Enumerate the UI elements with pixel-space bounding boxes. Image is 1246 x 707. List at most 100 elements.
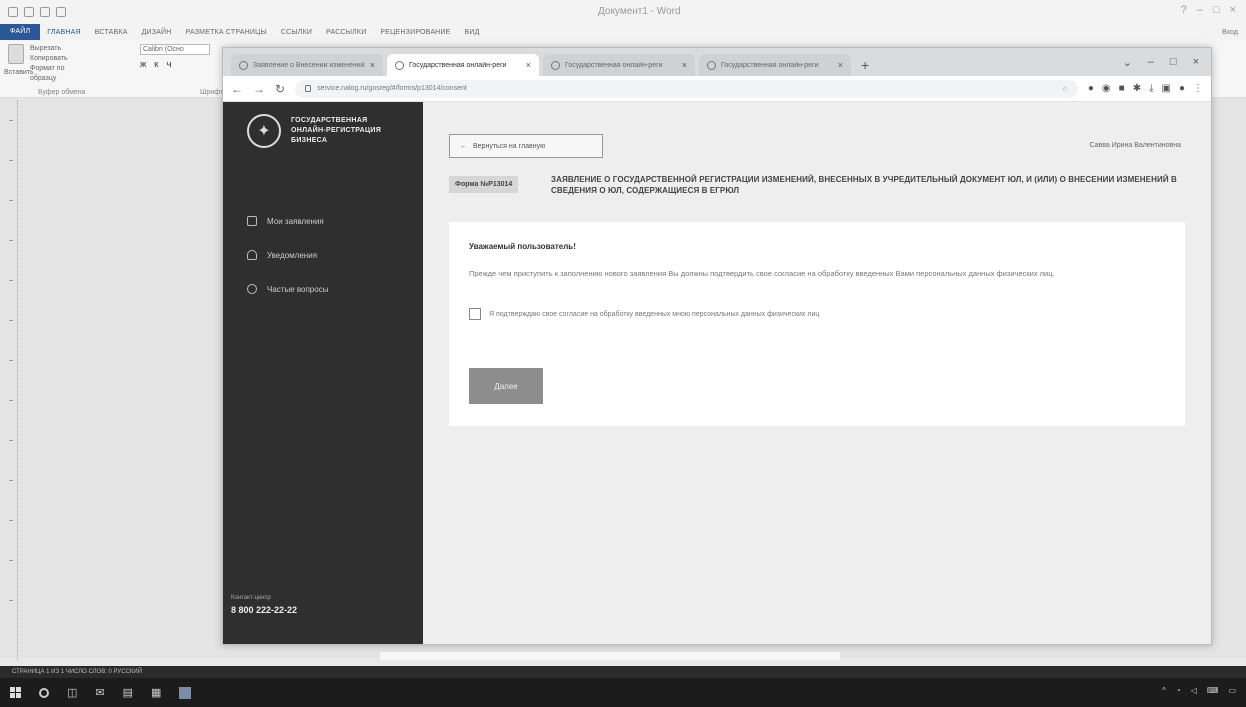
browser-toolbar: ← → ↻ service.nalog.ru/gosreg/#/forms/p1… [223,76,1211,102]
menu-dots-icon[interactable]: ⋮ [1193,83,1203,94]
word-taskbar-icon[interactable] [179,686,192,699]
puzzle-icon[interactable]: ✱ [1133,83,1141,94]
format-painter-button[interactable]: Формат по образцу [30,64,90,84]
tab-file[interactable]: ФАЙЛ [0,24,41,40]
close-tab-icon[interactable]: × [526,60,531,70]
paste-icon[interactable] [8,44,24,64]
support-label: Контакт-центр [231,595,271,601]
font-name-select[interactable]: Calibri (Осно [140,44,210,55]
tray-chevron-icon[interactable]: ^ [1162,686,1166,695]
sidebar-icon[interactable]: ▣ [1162,83,1171,94]
profile-icon[interactable]: ● [1179,83,1185,94]
close-tab-icon[interactable]: × [682,60,687,70]
site-favicon-icon [239,60,248,70]
sidebar-item-my-applications[interactable]: Мои заявления [247,204,328,238]
tab-review[interactable]: РЕЦЕНЗИРОВАНИЕ [373,29,457,36]
store-icon[interactable]: ▦ [151,686,161,699]
browser-window: Заявление о Внесении изменений × Государ… [222,47,1212,645]
quick-access-toolbar [8,7,66,17]
back-arrow-icon[interactable]: ← [231,82,243,96]
browser-tab[interactable]: Государственная онлайн-реги × [699,54,851,76]
minimize-icon[interactable]: – [1197,4,1203,16]
browser-tab[interactable]: Заявление о Внесении изменений × [231,54,383,76]
windows-start-icon[interactable] [10,686,21,699]
extension-icon[interactable]: ■ [1119,83,1125,94]
mail-icon[interactable]: ✉ [95,686,104,699]
browser-tab-title: Заявление о Внесении изменений [253,61,365,69]
sidebar-item-label: Мои заявления [267,216,324,226]
extension-icon[interactable]: ◉ [1102,83,1111,94]
extensions-toolbar: ● ◉ ■ ✱ ⤓ ▣ ● ⋮ [1088,83,1203,94]
clipboard-group: Вырезать Копировать Формат по образцу Вс… [4,44,86,96]
consent-checkbox[interactable] [469,308,481,320]
site-logo[interactable]: ✦ ГОСУДАРСТВЕННАЯ ОНЛАЙН-РЕГИСТРАЦИЯ БИЗ… [247,114,391,148]
close-icon[interactable]: × [1193,56,1199,69]
consent-checkbox-row[interactable]: Я подтверждаю свое согласие на обработку… [469,308,819,320]
browser-tab-active[interactable]: Государственная онлайн-реги × [387,54,539,76]
logo-text: ГОСУДАРСТВЕННАЯ ОНЛАЙН-РЕГИСТРАЦИЯ БИЗНЕ… [291,117,382,144]
save-icon[interactable] [24,7,34,17]
arrow-left-icon: ← [460,142,467,150]
forward-arrow-icon[interactable]: → [253,82,265,96]
maximize-icon[interactable]: □ [1170,56,1177,69]
sidebar-nav: Мои заявления Уведомления Частые вопросы [247,204,328,306]
cut-button[interactable]: Вырезать [30,44,90,54]
tab-mailings[interactable]: РАССЫЛКИ [319,29,373,36]
extension-icon[interactable]: ● [1088,83,1094,94]
horizontal-scrollbar[interactable] [380,652,840,660]
question-icon [247,284,257,294]
tab-search-icon[interactable]: ⌄ [1123,56,1132,69]
address-bar[interactable]: service.nalog.ru/gosreg/#/forms/p13014/c… [295,79,1078,98]
sign-in-link[interactable]: Вход [1222,29,1238,36]
user-name[interactable]: Савва Ирина Валентиновна [1089,142,1181,149]
font-format-buttons[interactable]: Ж К Ч [140,61,210,71]
tab-view[interactable]: ВИД [458,29,487,36]
tab-layout[interactable]: РАЗМЕТКА СТРАНИЦЫ [179,29,274,36]
close-icon[interactable]: × [1230,4,1236,16]
undo-icon[interactable] [40,7,50,17]
reload-icon[interactable]: ↻ [275,82,285,96]
paste-label[interactable]: Вставить [4,68,34,78]
form-number-badge: Форма №Р13014 [449,176,519,193]
page-title: ЗАЯВЛЕНИЕ О ГОСУДАРСТВЕННОЙ РЕГИСТРАЦИИ … [551,175,1177,195]
ribbon-tabs: ФАЙЛ ГЛАВНАЯ ВСТАВКА ДИЗАЙН РАЗМЕТКА СТР… [0,24,1246,40]
help-icon[interactable]: ? [1181,4,1187,16]
consent-card: Уважаемый пользователь! Прежде чем прист… [449,222,1185,426]
minimize-icon[interactable]: – [1148,56,1154,69]
tab-home[interactable]: ГЛАВНАЯ [40,29,88,36]
card-heading: Уважаемый пользователь! [469,242,576,251]
maximize-icon[interactable]: □ [1213,4,1220,16]
task-view-icon[interactable]: ◫ [67,686,77,699]
close-tab-icon[interactable]: × [370,60,375,70]
sidebar-item-notifications[interactable]: Уведомления [247,238,328,272]
search-icon[interactable] [39,687,49,698]
volume-icon[interactable]: ◁ [1191,686,1197,695]
file-explorer-icon[interactable]: ▤ [123,686,133,699]
download-icon[interactable]: ⤓ [1149,83,1153,94]
vertical-ruler [6,100,18,660]
support-contact: Контакт-центр 8 800 222-22-22 [231,594,297,615]
site-favicon-icon [707,60,716,70]
next-button[interactable]: Далее [469,368,543,404]
network-icon[interactable]: ◔ [1176,686,1181,695]
tab-design[interactable]: ДИЗАЙН [135,29,179,36]
keyboard-icon[interactable]: ⌨ [1207,686,1219,695]
back-to-main-button[interactable]: ← Вернуться на главную [449,134,603,158]
browser-tab[interactable]: Государственная онлайн-реги × [543,54,695,76]
notification-icon[interactable]: ▭ [1228,686,1236,695]
close-tab-icon[interactable]: × [838,60,843,70]
sidebar-item-faq[interactable]: Частые вопросы [247,272,328,306]
sidebar-item-label: Уведомления [267,250,318,260]
site-favicon-icon [551,60,560,70]
copy-button[interactable]: Копировать [30,54,90,64]
new-tab-button[interactable]: + [855,57,875,76]
tab-references[interactable]: ССЫЛКИ [274,29,319,36]
font-group-label: Шрифт [200,89,224,96]
address-bar-url[interactable]: service.nalog.ru/gosreg/#/forms/p13014/c… [317,85,467,92]
bookmark-star-icon[interactable]: ☆ [1062,85,1068,93]
support-phone[interactable]: 8 800 222-22-22 [231,606,297,615]
redo-icon[interactable] [56,7,66,17]
tab-insert[interactable]: ВСТАВКА [88,29,135,36]
consent-label: Я подтверждаю свое согласие на обработку… [489,310,820,318]
bell-icon [247,250,257,260]
